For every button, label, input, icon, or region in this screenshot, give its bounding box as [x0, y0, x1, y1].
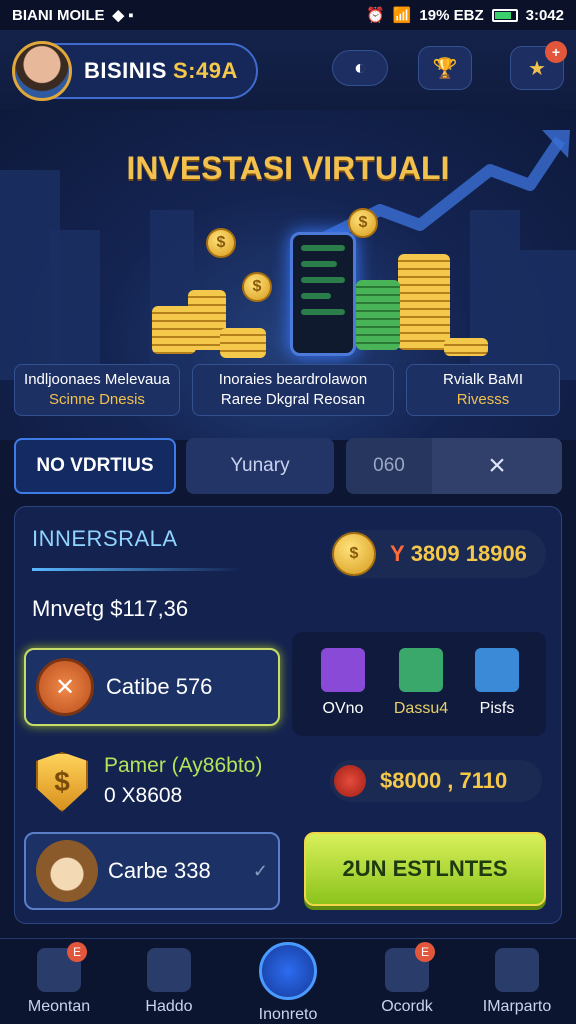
toggle-button[interactable]: ◐	[332, 50, 388, 86]
cash-stack-icon	[356, 280, 400, 350]
tab-second[interactable]: Yunary	[186, 438, 334, 494]
investment-card-1[interactable]: ✕ Catibe 576	[24, 648, 280, 726]
coin-icon: $	[242, 272, 272, 302]
rewards-button[interactable]: 🏆	[418, 46, 472, 90]
payment-label: Pamer (Ay86bto)	[104, 754, 263, 777]
nav-label-tasks: Haddo	[145, 998, 193, 1015]
shop-item-1-label: OVno	[322, 700, 364, 717]
market-value: Mnvetg $117,36	[32, 596, 189, 621]
alarm-icon: ⏰	[366, 7, 385, 24]
investment-card-2-label: Carbe 338	[108, 858, 211, 883]
investment-card-2[interactable]: Carbe 338 ✓	[24, 832, 280, 910]
profile-pill[interactable]: BISINIS S:49A	[12, 41, 258, 101]
nav-item-settings[interactable]: IMarparto	[462, 948, 572, 1016]
shop-item-2-label: Dassu4	[393, 700, 449, 717]
balance-pill[interactable]: $ Y 3809 18906	[330, 530, 546, 578]
balance-prefix: Y	[390, 541, 405, 566]
nav-label-invest: Inonreto	[258, 1006, 318, 1023]
feature-3-subtitle: Rivesss	[456, 391, 510, 408]
wifi-icon: 📶	[392, 7, 412, 24]
gift-badge-icon: +	[545, 41, 567, 63]
gift-button[interactable]: ★ +	[510, 41, 567, 90]
section-title: INNERSRALA	[32, 526, 178, 551]
timer-icon: E	[385, 942, 435, 992]
tool-icon	[399, 648, 443, 692]
payment-value: 0 X8608	[104, 784, 183, 807]
profile-name: BISINIS	[84, 58, 167, 83]
shop-panel: OVno Dassu4 Pisfs	[292, 632, 546, 736]
status-bar: BIANI MOILE ◆ ▪ ⏰ 📶 19% EBZ 3:042	[0, 0, 576, 30]
gear-icon	[495, 948, 539, 992]
feature-card-1[interactable]: Indljoonaes Melevaua Scinne Dnesis	[14, 364, 180, 416]
feature-1-title: Indljoonaes Melevaua	[24, 371, 170, 388]
home-icon: E	[37, 942, 87, 992]
nav-label-settings: IMarparto	[482, 998, 552, 1015]
box-icon	[321, 648, 365, 692]
shop-item-3[interactable]: Pisfs	[462, 648, 532, 718]
phone-icon	[290, 232, 356, 356]
coin-icon: $	[348, 208, 378, 238]
shop-item-2[interactable]: Dassu4	[386, 648, 456, 718]
search-field[interactable]: 060 ×	[346, 438, 562, 494]
investment-card-1-label: Catibe 576	[106, 674, 213, 699]
carrier-label: BIANI MOILE	[12, 6, 105, 24]
profile-amount: S:49A	[172, 58, 238, 83]
checklist-icon	[147, 948, 191, 992]
invest-button[interactable]: 2UN ESTLNTES	[304, 832, 546, 906]
check-icon: ✓	[252, 860, 268, 881]
tab-active[interactable]: NO VDRTIUS	[14, 438, 176, 494]
nav-item-tasks[interactable]: Haddo	[114, 948, 224, 1016]
price-value: $8000 , 7110	[380, 768, 508, 793]
price-pill[interactable]: $8000 , 7110	[330, 760, 542, 802]
trophy-icon: 🏆	[432, 57, 458, 80]
hero-title: INVESTASI VIRTUALI	[126, 150, 450, 186]
invest-icon	[259, 942, 317, 1000]
nav-badge: E	[67, 942, 87, 962]
coin-stack-icon	[220, 328, 266, 358]
tab-bar: NO VDRTIUS Yunary 060 ×	[14, 438, 562, 494]
search-value: 060	[373, 455, 405, 476]
clock: 3:042	[525, 6, 564, 24]
notification-icon: ◆ ▪	[112, 7, 134, 24]
nav-label-stats: Ocordk	[381, 998, 433, 1015]
nav-label-home: Meontan	[27, 998, 91, 1015]
gift-icon: ★	[528, 57, 546, 80]
close-icon[interactable]: ×	[432, 438, 562, 494]
avatar[interactable]	[12, 41, 72, 101]
feature-1-subtitle: Scinne Dnesis	[49, 391, 145, 408]
shop-item-1[interactable]: OVno	[308, 648, 378, 718]
nav-item-invest[interactable]: Inonreto	[233, 942, 343, 1024]
feature-3-title: Rvialk BaMI	[442, 371, 524, 388]
shop-item-3-label: Pisfs	[479, 700, 515, 717]
gem-icon	[334, 765, 366, 797]
section-divider	[32, 568, 242, 571]
feature-card-2[interactable]: Inoraies beardrolawon Raree Dkgral Reosa…	[192, 364, 394, 416]
nav-item-stats[interactable]: E Ocordk	[352, 942, 462, 1016]
coin-icon: $	[206, 228, 236, 258]
feature-card-3[interactable]: Rvialk BaMI Rivesss	[406, 364, 560, 416]
battery-icon	[491, 8, 518, 22]
coin-stack-icon	[444, 338, 488, 356]
balance-value: 3809 18906	[410, 541, 527, 566]
coin-icon: ✕	[36, 658, 94, 716]
battery-text: 19% EBZ	[419, 6, 484, 24]
cat-avatar-icon	[36, 840, 98, 902]
toggle-icon: ◐	[353, 56, 367, 79]
coin-stack-icon	[398, 254, 450, 350]
nav-item-home[interactable]: E Meontan	[4, 942, 114, 1016]
nav-badge: E	[415, 942, 435, 962]
feature-2-title: Inoraies beardrolawon	[218, 371, 368, 388]
feature-2-subtitle: Raree Dkgral Reosan	[220, 391, 366, 408]
coin-icon: $	[332, 532, 376, 576]
building-icon	[475, 648, 519, 692]
